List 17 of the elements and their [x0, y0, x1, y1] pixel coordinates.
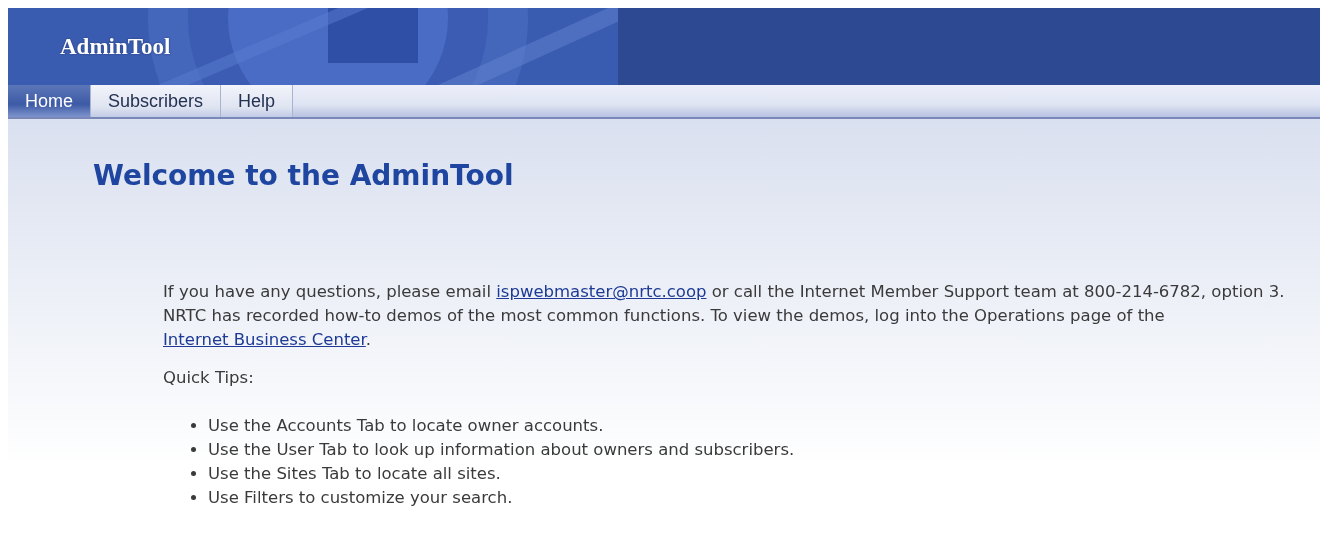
- nav-tab[interactable]: Help: [221, 85, 294, 117]
- intro-paragraph: If you have any questions, please email ispwebmaster@nrtc.coop or call the Internet Member Support team at 800-214-6782, option 3. NRTC has recorded how-to demos of the most common functions. To view the demos, log into the Operations page of the Internet Business Center.: [163, 281, 1286, 351]
- app-title: AdminTool: [60, 33, 171, 60]
- tip-text: Use the Sites Tab to locate all sites.: [208, 463, 501, 483]
- tip-text: Use Filters to customize your search.: [208, 487, 513, 507]
- bullet-icon: [191, 422, 196, 428]
- tip-text: Use the User Tab to look up information about owners and subscribers.: [208, 439, 795, 459]
- nav-tab[interactable]: Subscribers: [91, 85, 222, 117]
- page-title: Welcome to the AdminTool: [93, 159, 515, 192]
- nav-tab[interactable]: Home: [8, 85, 91, 117]
- bullet-icon: [191, 446, 196, 452]
- bullet-icon: [191, 470, 196, 476]
- text-link[interactable]: Internet Business Center: [163, 330, 366, 349]
- text-link[interactable]: ispwebmaster@nrtc.coop: [496, 282, 707, 301]
- bullet-icon: [191, 494, 196, 500]
- tips-heading: Quick Tips:: [163, 368, 255, 387]
- tip-text: Use the Accounts Tab to locate owner accounts.: [208, 415, 604, 435]
